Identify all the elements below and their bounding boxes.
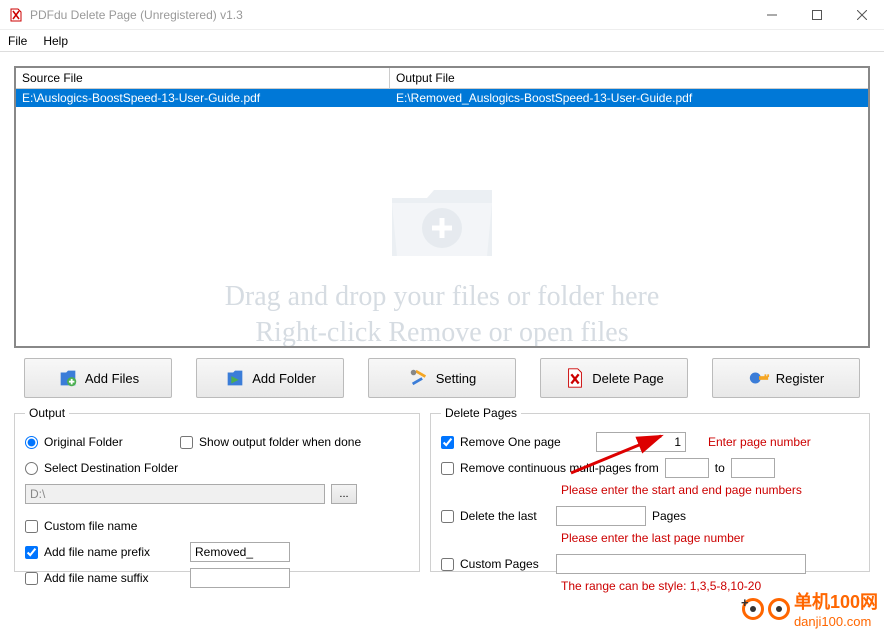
prefix-checkbox[interactable]	[25, 546, 38, 559]
setting-button[interactable]: Setting	[368, 358, 516, 398]
delete-last-checkbox[interactable]	[441, 510, 454, 523]
title-bar: PDFdu Delete Page (Unregistered) v1.3	[0, 0, 884, 30]
file-list-header: Source File Output File	[16, 68, 868, 89]
remove-multi-checkbox[interactable]	[441, 462, 454, 475]
app-icon	[8, 7, 24, 23]
remove-one-label: Remove One page	[460, 435, 590, 449]
brand-icon	[768, 598, 790, 620]
remove-one-checkbox[interactable]	[441, 436, 454, 449]
brand-icon	[742, 598, 764, 620]
show-output-checkbox[interactable]	[180, 436, 193, 449]
add-folder-label: Add Folder	[252, 371, 316, 386]
browse-button[interactable]: ...	[331, 484, 357, 504]
add-folder-icon	[224, 367, 246, 389]
register-button[interactable]: Register	[712, 358, 860, 398]
brand-url: danji100.com	[794, 614, 878, 629]
drop-hint: Drag and drop your files or folder here …	[16, 168, 868, 348]
delete-last-input[interactable]	[556, 506, 646, 526]
suffix-input[interactable]	[190, 568, 290, 588]
cell-output: E:\Removed_Auslogics-BoostSpeed-13-User-…	[390, 89, 868, 107]
brand-watermark: 单机100网 danji100.com	[742, 588, 878, 629]
menu-file[interactable]: File	[8, 34, 27, 48]
drop-hint-line2: Right-click Remove or open files	[16, 317, 868, 348]
hint-multi: Please enter the start and end page numb…	[561, 483, 802, 497]
custom-name-label: Custom file name	[44, 519, 184, 533]
original-folder-label: Original Folder	[44, 435, 174, 449]
menu-help[interactable]: Help	[43, 34, 68, 48]
toolbar: Add Files Add Folder Setting Delete Page…	[14, 358, 870, 398]
add-files-icon	[57, 367, 79, 389]
custom-pages-input[interactable]	[556, 554, 806, 574]
add-folder-button[interactable]: Add Folder	[196, 358, 344, 398]
multi-to-input[interactable]	[731, 458, 775, 478]
delete-page-button[interactable]: Delete Page	[540, 358, 688, 398]
to-label: to	[715, 461, 725, 475]
select-dest-radio[interactable]	[25, 462, 38, 475]
folder-plus-icon	[382, 168, 502, 268]
add-files-button[interactable]: Add Files	[24, 358, 172, 398]
multi-from-input[interactable]	[665, 458, 709, 478]
maximize-button[interactable]	[794, 0, 839, 30]
hint-last: Please enter the last page number	[561, 531, 744, 545]
drop-hint-line1: Drag and drop your files or folder here	[16, 281, 868, 313]
brand-name: 单机100网	[794, 588, 878, 614]
window-title: PDFdu Delete Page (Unregistered) v1.3	[30, 8, 749, 22]
output-legend: Output	[25, 406, 69, 420]
custom-pages-label: Custom Pages	[460, 557, 550, 571]
table-row[interactable]: E:\Auslogics-BoostSpeed-13-User-Guide.pd…	[16, 89, 868, 107]
col-source[interactable]: Source File	[16, 68, 390, 88]
add-files-label: Add Files	[85, 371, 139, 386]
delete-last-label: Delete the last	[460, 509, 550, 523]
output-group: Output Original Folder Show output folde…	[14, 406, 420, 572]
suffix-label: Add file name suffix	[44, 571, 184, 585]
suffix-checkbox[interactable]	[25, 572, 38, 585]
prefix-label: Add file name prefix	[44, 545, 184, 559]
hint-one: Enter page number	[708, 435, 811, 449]
setting-label: Setting	[436, 371, 476, 386]
remove-multi-label: Remove continuous multi-pages from	[460, 461, 659, 475]
custom-name-checkbox[interactable]	[25, 520, 38, 533]
menu-bar: File Help	[0, 30, 884, 52]
remove-one-input[interactable]	[596, 432, 686, 452]
register-label: Register	[776, 371, 824, 386]
custom-pages-checkbox[interactable]	[441, 558, 454, 571]
show-output-label: Show output folder when done	[199, 435, 361, 449]
delete-pages-group: Delete Pages Remove One page Enter page …	[430, 406, 870, 572]
cell-source: E:\Auslogics-BoostSpeed-13-User-Guide.pd…	[16, 89, 390, 107]
close-button[interactable]	[839, 0, 884, 30]
delete-legend: Delete Pages	[441, 406, 521, 420]
prefix-input[interactable]	[190, 542, 290, 562]
hint-custom: The range can be style: 1,3,5-8,10-20	[561, 579, 761, 593]
register-icon	[748, 367, 770, 389]
pages-word: Pages	[652, 509, 686, 523]
select-dest-label: Select Destination Folder	[44, 461, 178, 475]
delete-page-icon	[564, 367, 586, 389]
dest-path-input	[25, 484, 325, 504]
file-list-panel[interactable]: Source File Output File E:\Auslogics-Boo…	[14, 66, 870, 348]
delete-page-label: Delete Page	[592, 371, 664, 386]
setting-icon	[408, 367, 430, 389]
original-folder-radio[interactable]	[25, 436, 38, 449]
col-output[interactable]: Output File	[390, 68, 868, 88]
minimize-button[interactable]	[749, 0, 794, 30]
